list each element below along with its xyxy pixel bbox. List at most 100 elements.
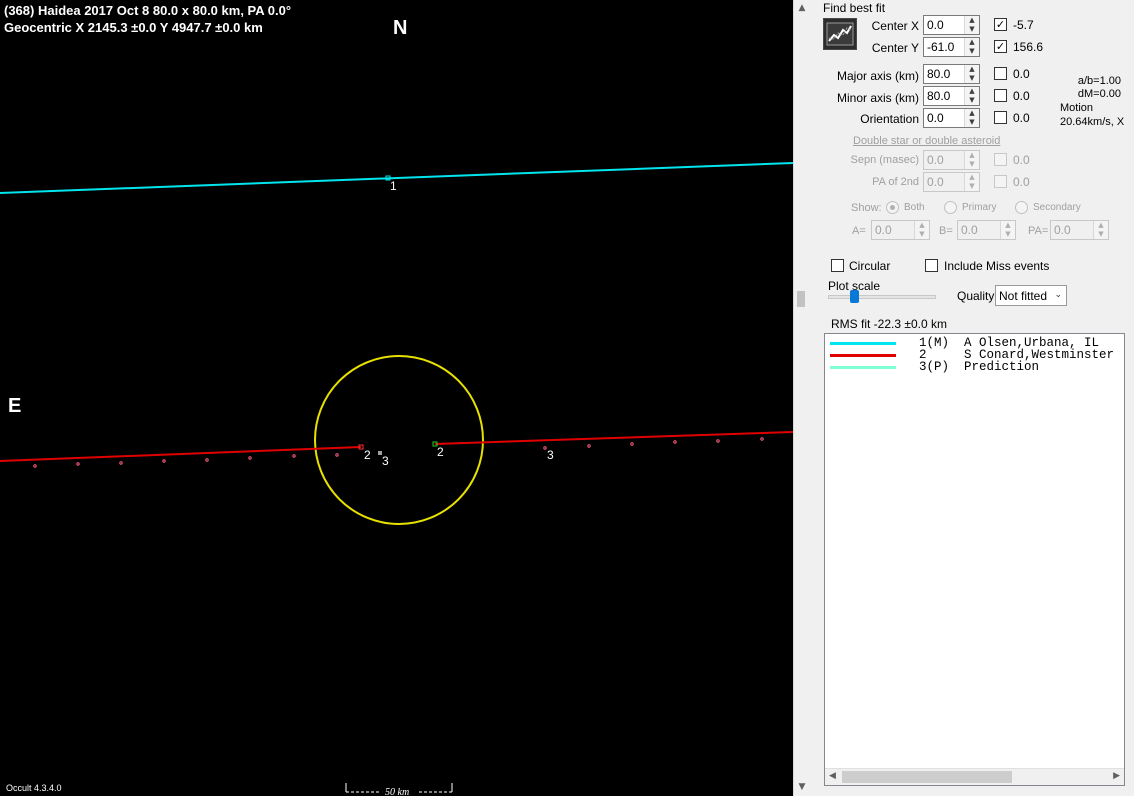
major-axis-fit-value: 0.0 (1013, 67, 1030, 81)
major-axis-input[interactable]: 80.0 ▲ ▼ (923, 64, 980, 84)
chevron-down-icon[interactable]: ▼ (797, 782, 807, 792)
center-y-spinner[interactable]: ▲ ▼ (964, 38, 979, 56)
pa-second-label: PA of 2nd (872, 176, 919, 188)
circular-label: Circular (849, 259, 891, 273)
center-x-spinner[interactable]: ▲ ▼ (964, 16, 979, 34)
chord-1-label: 1 (390, 179, 397, 193)
east-label: E (8, 395, 22, 417)
quality-dropdown[interactable]: Not fitted ⌄ (995, 285, 1067, 306)
version-label: Occult 4.3.4.0 (6, 783, 62, 793)
center-y-fit-value: 156.6 (1013, 40, 1044, 54)
minor-axis-value: 80.0 (927, 89, 951, 103)
pa-field-input[interactable]: 0.0 ▲ ▼ (1050, 220, 1109, 240)
legend-scroll-thumb[interactable] (842, 771, 1012, 783)
minor-axis-spinner[interactable]: ▲ ▼ (964, 87, 979, 105)
chart-fit-icon (826, 22, 854, 46)
chevron-down-icon: ⌄ (1054, 290, 1062, 300)
center-x-fit-value: -5.7 (1013, 18, 1034, 32)
axis-ratio: a/b=1.00 (1077, 75, 1121, 87)
legend-swatch (830, 354, 896, 357)
include-miss-label: Include Miss events (944, 259, 1050, 273)
a-field-input[interactable]: 0.0 ▲ ▼ (871, 220, 930, 240)
a-field-value: 0.0 (875, 223, 892, 237)
scale-bar-label: 50 km (385, 787, 409, 796)
chord-2-right-segment (434, 431, 793, 445)
b-field-spinner[interactable]: ▲ ▼ (1000, 221, 1015, 239)
chord-2-timing-dots (33, 437, 764, 468)
center-x-input[interactable]: 0.0 ▲ ▼ (923, 15, 980, 35)
separation-fit-value: 0.0 (1013, 153, 1030, 167)
rms-fit-label: RMS fit -22.3 ±0.0 km (831, 317, 947, 331)
minor-axis-label: Minor axis (km) (836, 91, 919, 105)
minor-axis-input[interactable]: 80.0 ▲ ▼ (923, 86, 980, 106)
show-secondary-label: Secondary (1033, 202, 1081, 213)
separation-spinner[interactable]: ▲ ▼ (964, 151, 979, 169)
legend-horizontal-scrollbar[interactable]: ◀ ▶ (825, 768, 1124, 785)
chord-2-left-segment (0, 446, 362, 462)
show-label: Show: (851, 202, 882, 214)
find-best-fit-label: Find best fit (823, 1, 886, 15)
center-y-checkbox[interactable]: ✓ (994, 40, 1007, 53)
separation-label: Sepn (masec) (850, 154, 919, 166)
show-secondary-radio[interactable] (1015, 201, 1028, 214)
occultation-plot[interactable]: 50 km 1 2 2 3 3 (368) Haidea 2017 Oct 8 … (0, 0, 793, 796)
show-primary-label: Primary (962, 202, 997, 213)
minor-axis-fit-value: 0.0 (1013, 89, 1030, 103)
major-axis-value: 80.0 (927, 67, 951, 81)
include-miss-checkbox[interactable] (925, 259, 938, 272)
orientation-input[interactable]: 0.0 ▲ ▼ (923, 108, 980, 128)
major-axis-label: Major axis (km) (836, 69, 919, 83)
observer-legend-list[interactable]: 1(M) A Olsen,Urbana, IL 2 S Conard,Westm… (824, 333, 1125, 786)
show-both-radio[interactable] (886, 201, 899, 214)
chevron-left-icon[interactable]: ◀ (829, 771, 836, 781)
a-field-label: A= (852, 225, 866, 237)
delta-magnitude: dM=0.00 (1077, 88, 1121, 100)
plot-scale-slider-thumb[interactable] (850, 290, 859, 303)
orientation-label: Orientation (860, 112, 919, 126)
pa-second-spinner[interactable]: ▲ ▼ (964, 173, 979, 191)
pa-field-spinner[interactable]: ▲ ▼ (1093, 221, 1108, 239)
vertical-scrollbar[interactable]: ▲ ▼ (793, 0, 809, 796)
b-field-value: 0.0 (961, 223, 978, 237)
show-primary-radio[interactable] (944, 201, 957, 214)
plot-canvas: 50 km 1 2 2 3 3 (0, 162, 793, 796)
prediction-right-label: 3 (547, 448, 554, 462)
major-axis-checkbox[interactable] (994, 67, 1007, 80)
plot-header-title: (368) Haidea 2017 Oct 8 80.0 x 80.0 km, … (4, 3, 292, 18)
major-axis-spinner[interactable]: ▲ ▼ (964, 65, 979, 83)
chevron-up-icon[interactable]: ▲ (797, 3, 807, 13)
pa-field-label: PA= (1028, 225, 1049, 237)
pa-second-checkbox[interactable] (994, 175, 1007, 188)
prediction-center-label: 3 (382, 454, 389, 468)
circular-checkbox[interactable] (831, 259, 844, 272)
center-x-label: Center X (871, 19, 919, 33)
scrollbar-thumb[interactable] (797, 291, 805, 307)
center-y-input[interactable]: -61.0 ▲ ▼ (923, 37, 980, 57)
chevron-right-icon[interactable]: ▶ (1113, 771, 1120, 781)
orientation-checkbox[interactable] (994, 111, 1007, 124)
show-both-label: Both (904, 202, 925, 213)
quality-label: Quality (957, 289, 995, 303)
find-best-fit-button[interactable] (823, 18, 857, 50)
chord-2-right-label: 2 (437, 445, 444, 459)
separation-input[interactable]: 0.0 ▲ ▼ (923, 150, 980, 170)
pa-second-input[interactable]: 0.0 ▲ ▼ (923, 172, 980, 192)
center-x-checkbox[interactable]: ✓ (994, 18, 1007, 31)
separation-checkbox[interactable] (994, 153, 1007, 166)
orientation-fit-value: 0.0 (1013, 111, 1030, 125)
plot-scale-track[interactable] (828, 295, 936, 299)
orientation-spinner[interactable]: ▲ ▼ (964, 109, 979, 127)
a-field-spinner[interactable]: ▲ ▼ (914, 221, 929, 239)
quality-value: Not fitted (999, 289, 1048, 303)
minor-axis-checkbox[interactable] (994, 89, 1007, 102)
pa-field-value: 0.0 (1054, 223, 1071, 237)
plot-header-geocentric: Geocentric X 2145.3 ±0.0 Y 4947.7 ±0.0 k… (4, 20, 263, 35)
orientation-value: 0.0 (927, 111, 944, 125)
legend-row[interactable]: 3(P) Prediction (825, 361, 1124, 374)
motion-value: 20.64km/s, X (1060, 116, 1125, 128)
b-field-label: B= (939, 225, 953, 237)
double-star-link[interactable]: Double star or double asteroid (853, 135, 1000, 147)
motion-label: Motion (1060, 102, 1094, 114)
b-field-input[interactable]: 0.0 ▲ ▼ (957, 220, 1016, 240)
chord-2-left-label: 2 (364, 448, 371, 462)
